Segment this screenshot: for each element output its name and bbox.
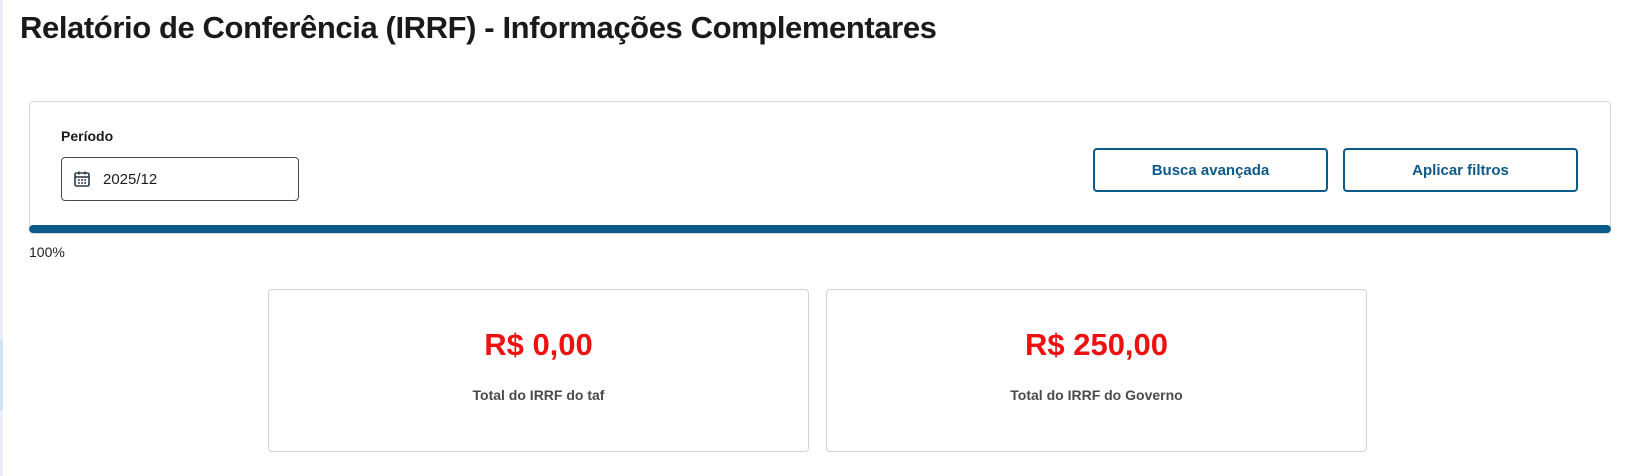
progress-label: 100% bbox=[29, 244, 65, 260]
left-edge-rule bbox=[0, 0, 3, 476]
left-edge-accent bbox=[0, 340, 3, 410]
irrf-taf-total-caption: Total do IRRF do taf bbox=[472, 387, 605, 403]
progress-bar bbox=[29, 225, 1611, 233]
advanced-search-button[interactable]: Busca avançada bbox=[1093, 148, 1328, 192]
progress-bar-fill bbox=[29, 225, 1611, 233]
calendar-icon[interactable] bbox=[73, 170, 91, 188]
period-label: Período bbox=[61, 128, 114, 144]
page-title: Relatório de Conferência (IRRF) - Inform… bbox=[20, 10, 937, 45]
irrf-governo-total-card: R$ 250,00 Total do IRRF do Governo bbox=[826, 289, 1367, 452]
filter-panel: Período 2025/12 Busca avançada Aplicar f… bbox=[29, 101, 1611, 234]
period-date-input[interactable]: 2025/12 bbox=[61, 157, 299, 201]
irrf-governo-total-caption: Total do IRRF do Governo bbox=[1010, 387, 1183, 403]
irrf-taf-total-amount: R$ 0,00 bbox=[484, 327, 593, 362]
period-value[interactable]: 2025/12 bbox=[103, 171, 157, 188]
apply-filters-button[interactable]: Aplicar filtros bbox=[1343, 148, 1578, 192]
irrf-taf-total-card: R$ 0,00 Total do IRRF do taf bbox=[268, 289, 809, 452]
irrf-governo-total-amount: R$ 250,00 bbox=[1024, 327, 1169, 362]
